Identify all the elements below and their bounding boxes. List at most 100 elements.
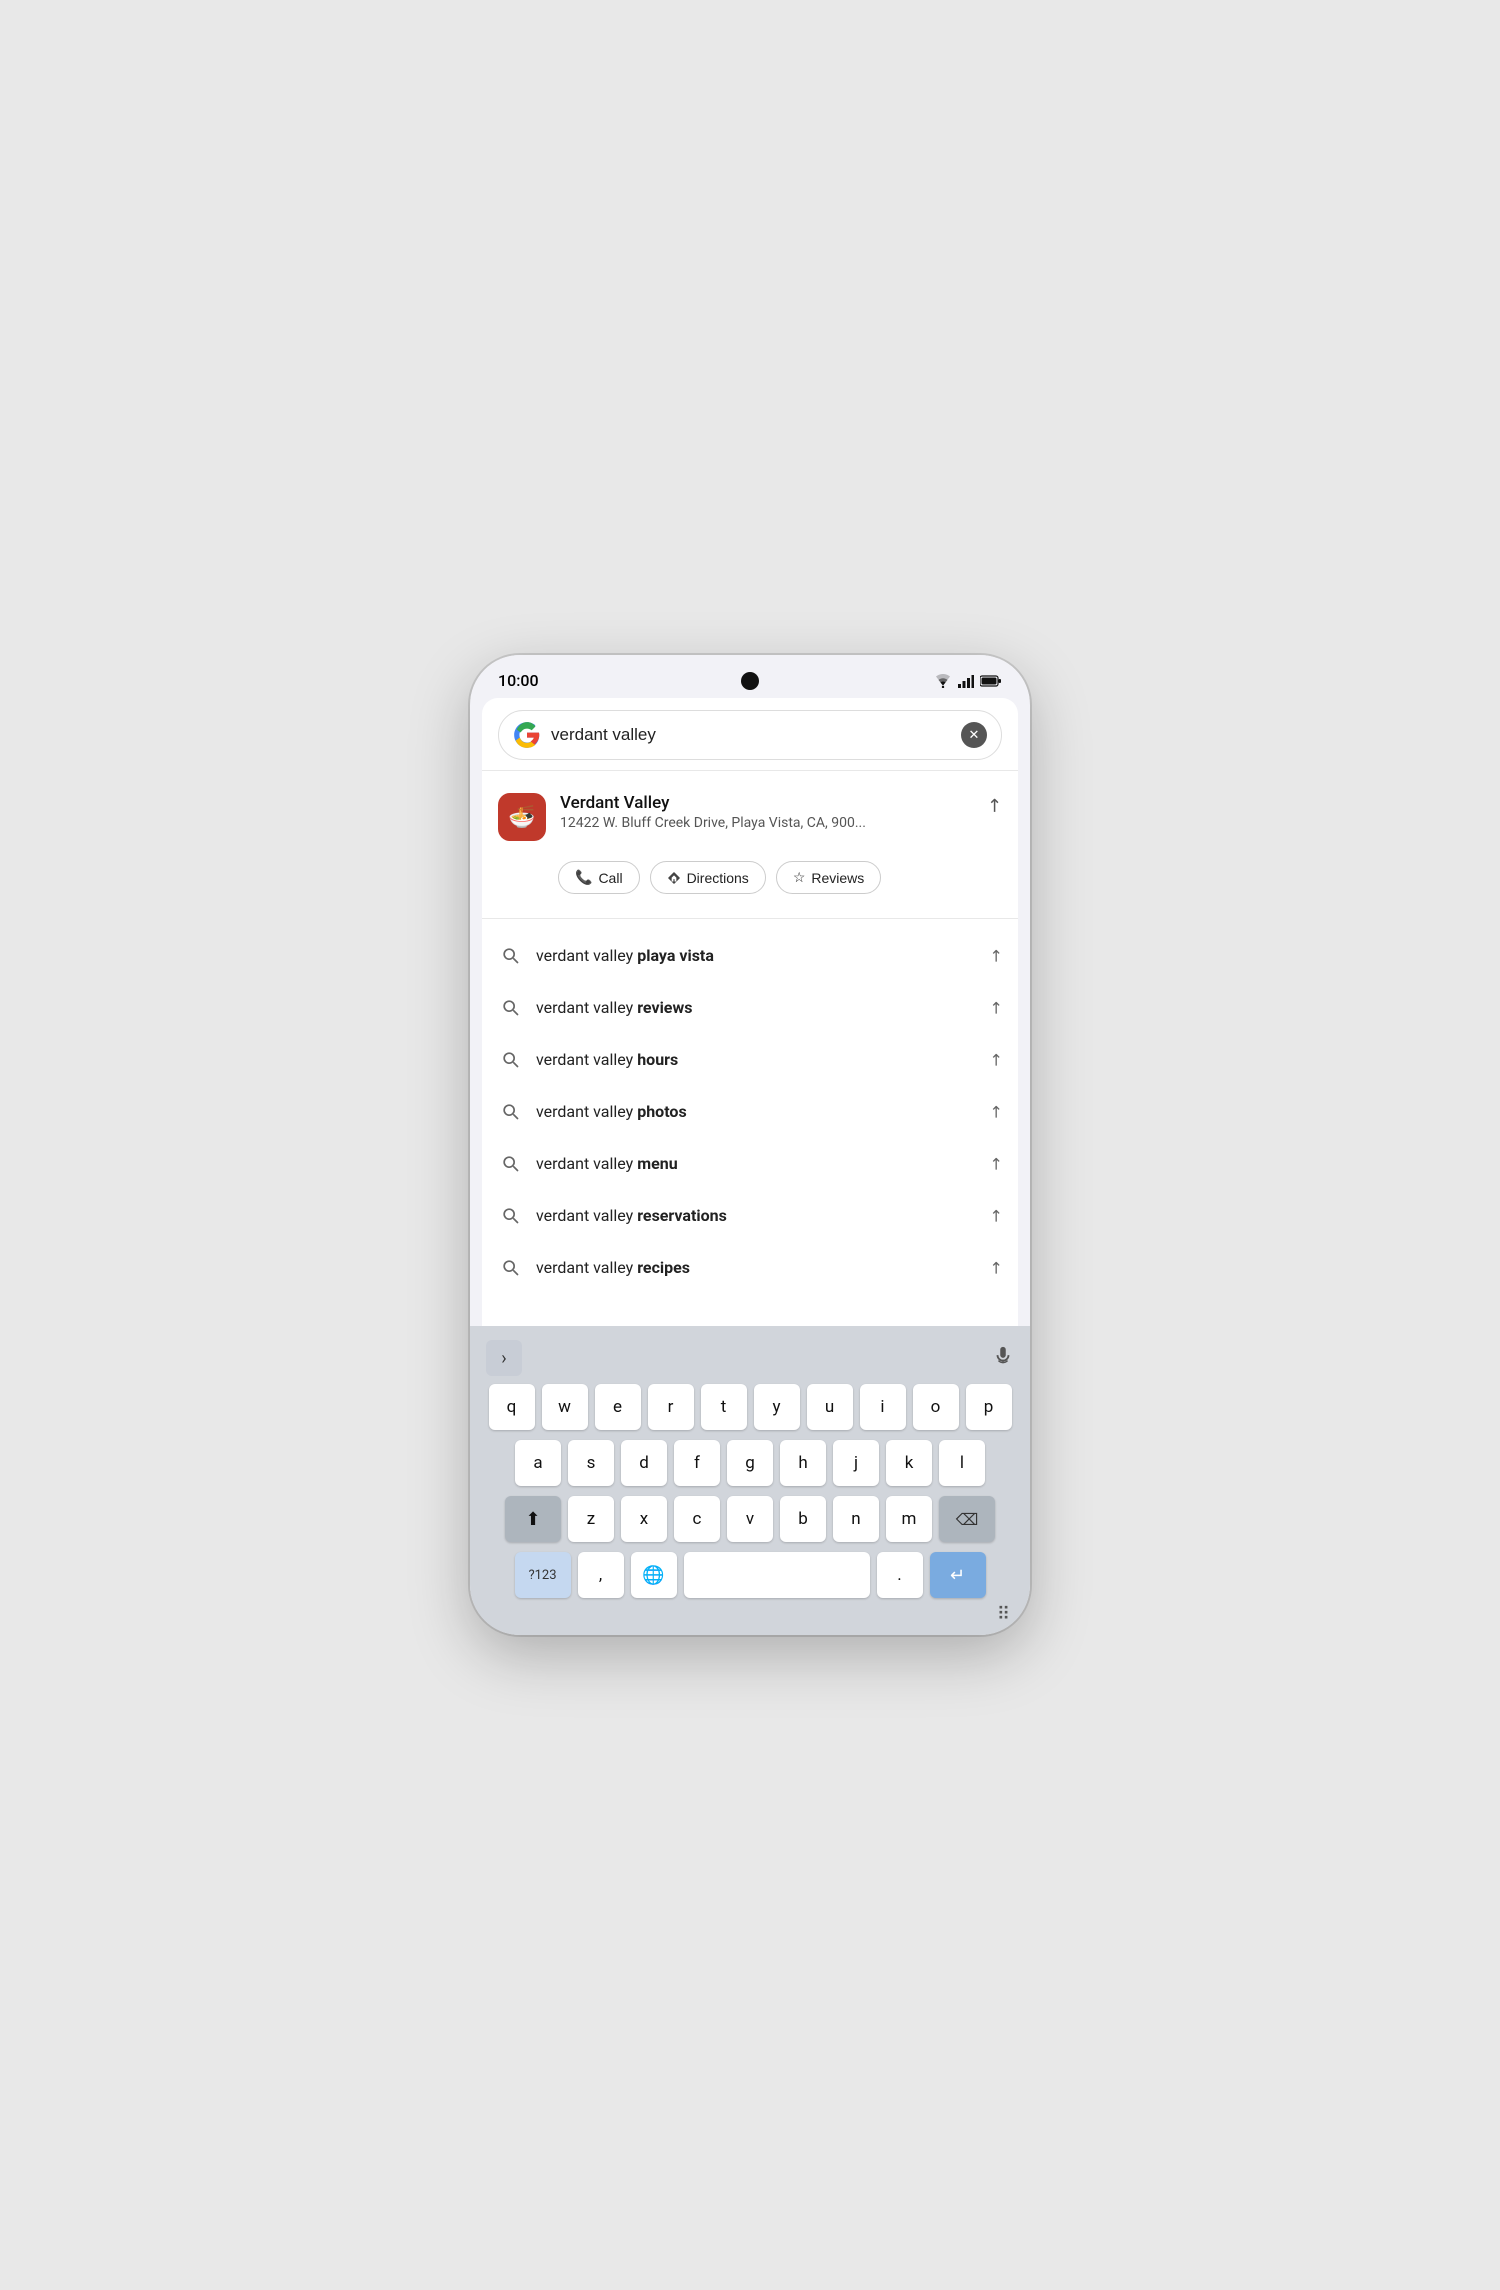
search-icon-6 bbox=[498, 1203, 522, 1227]
space-key[interactable] bbox=[684, 1552, 870, 1598]
phone-frame: 10:00 bbox=[470, 655, 1030, 1635]
search-icon-1 bbox=[498, 943, 522, 967]
directions-icon bbox=[667, 871, 681, 885]
action-buttons: 📞 Call Directions ☆ Reviews bbox=[482, 853, 1018, 908]
key-q[interactable]: q bbox=[489, 1384, 535, 1430]
backspace-key[interactable]: ⌫ bbox=[939, 1496, 995, 1542]
suggestion-arrow-4: ↗ bbox=[984, 1100, 1007, 1123]
search-icon-2 bbox=[498, 995, 522, 1019]
key-n[interactable]: n bbox=[833, 1496, 879, 1542]
key-period[interactable]: . bbox=[877, 1552, 923, 1598]
keyboard-area: › q w e r t y u i o p bbox=[470, 1326, 1030, 1635]
key-b[interactable]: b bbox=[780, 1496, 826, 1542]
reviews-button[interactable]: ☆ Reviews bbox=[776, 861, 881, 894]
key-z[interactable]: z bbox=[568, 1496, 614, 1542]
result-address: 12422 W. Bluff Creek Drive, Playa Vista,… bbox=[560, 815, 973, 831]
key-i[interactable]: i bbox=[860, 1384, 906, 1430]
suggestion-item-3[interactable]: verdant valley hours ↗ bbox=[482, 1033, 1018, 1085]
reviews-label: Reviews bbox=[811, 870, 864, 886]
key-v[interactable]: v bbox=[727, 1496, 773, 1542]
camera-notch bbox=[741, 672, 759, 690]
content-area: 🍜 Verdant Valley 12422 W. Bluff Creek Dr… bbox=[482, 698, 1018, 1326]
directions-button[interactable]: Directions bbox=[650, 861, 766, 894]
keyboard-toolbar: › bbox=[478, 1336, 1022, 1384]
suggestion-text-4: verdant valley photos bbox=[536, 1102, 975, 1121]
call-label: Call bbox=[598, 870, 622, 886]
call-button[interactable]: 📞 Call bbox=[558, 861, 640, 894]
key-y[interactable]: y bbox=[754, 1384, 800, 1430]
search-icon-5 bbox=[498, 1151, 522, 1175]
key-m[interactable]: m bbox=[886, 1496, 932, 1542]
reviews-icon: ☆ bbox=[793, 869, 806, 886]
key-o[interactable]: o bbox=[913, 1384, 959, 1430]
numbers-key[interactable]: ?123 bbox=[515, 1552, 571, 1598]
search-icon-3 bbox=[498, 1047, 522, 1071]
result-card[interactable]: 🍜 Verdant Valley 12422 W. Bluff Creek Dr… bbox=[482, 781, 1018, 853]
shift-key[interactable]: ⬆ bbox=[505, 1496, 561, 1542]
suggestion-arrow-6: ↗ bbox=[984, 1204, 1007, 1227]
key-row-1: q w e r t y u i o p bbox=[478, 1384, 1022, 1430]
key-x[interactable]: x bbox=[621, 1496, 667, 1542]
wifi-icon bbox=[934, 674, 952, 688]
divider-mid bbox=[482, 918, 1018, 919]
search-bar[interactable] bbox=[498, 710, 1002, 760]
key-r[interactable]: r bbox=[648, 1384, 694, 1430]
suggestion-item-7[interactable]: verdant valley recipes ↗ bbox=[482, 1241, 1018, 1293]
suggestion-item-4[interactable]: verdant valley photos ↗ bbox=[482, 1085, 1018, 1137]
globe-key[interactable]: 🌐 bbox=[631, 1552, 677, 1598]
enter-key[interactable]: ↵ bbox=[930, 1552, 986, 1598]
result-info: Verdant Valley 12422 W. Bluff Creek Driv… bbox=[560, 793, 973, 831]
key-row-2: a s d f g h j k l bbox=[478, 1440, 1022, 1486]
key-row-3: ⬆ z x c v b n m ⌫ bbox=[478, 1496, 1022, 1542]
key-t[interactable]: t bbox=[701, 1384, 747, 1430]
clear-button[interactable] bbox=[961, 722, 987, 748]
suggestion-text-1: verdant valley playa vista bbox=[536, 946, 975, 965]
key-c[interactable]: c bbox=[674, 1496, 720, 1542]
key-w[interactable]: w bbox=[542, 1384, 588, 1430]
key-comma[interactable]: , bbox=[578, 1552, 624, 1598]
key-h[interactable]: h bbox=[780, 1440, 826, 1486]
restaurant-icon: 🍜 bbox=[498, 793, 546, 841]
key-j[interactable]: j bbox=[833, 1440, 879, 1486]
suggestion-arrow-1: ↗ bbox=[984, 944, 1007, 967]
divider-top bbox=[482, 770, 1018, 771]
status-icons bbox=[934, 674, 1002, 688]
suggestion-text-7: verdant valley recipes bbox=[536, 1258, 975, 1277]
suggestion-arrow-5: ↗ bbox=[984, 1152, 1007, 1175]
suggestion-arrow-3: ↗ bbox=[984, 1048, 1007, 1071]
call-icon: 📞 bbox=[575, 869, 592, 886]
mic-button[interactable] bbox=[992, 1345, 1014, 1372]
suggestion-item-2[interactable]: verdant valley reviews ↗ bbox=[482, 981, 1018, 1033]
suggestion-text-5: verdant valley menu bbox=[536, 1154, 975, 1173]
suggestion-text-3: verdant valley hours bbox=[536, 1050, 975, 1069]
google-logo bbox=[513, 721, 541, 749]
key-s[interactable]: s bbox=[568, 1440, 614, 1486]
key-u[interactable]: u bbox=[807, 1384, 853, 1430]
key-l[interactable]: l bbox=[939, 1440, 985, 1486]
search-icon-4 bbox=[498, 1099, 522, 1123]
suggestion-item-5[interactable]: verdant valley menu ↗ bbox=[482, 1137, 1018, 1189]
suggestion-list: verdant valley playa vista ↗ verdant val… bbox=[482, 929, 1018, 1293]
search-icon-7 bbox=[498, 1255, 522, 1279]
key-a[interactable]: a bbox=[515, 1440, 561, 1486]
directions-label: Directions bbox=[687, 870, 749, 886]
result-name: Verdant Valley bbox=[560, 793, 973, 813]
battery-icon bbox=[980, 675, 1002, 687]
key-g[interactable]: g bbox=[727, 1440, 773, 1486]
key-f[interactable]: f bbox=[674, 1440, 720, 1486]
suggestion-item-1[interactable]: verdant valley playa vista ↗ bbox=[482, 929, 1018, 981]
status-bar: 10:00 bbox=[470, 655, 1030, 698]
chevron-button[interactable]: › bbox=[486, 1340, 522, 1376]
key-e[interactable]: e bbox=[595, 1384, 641, 1430]
suggestion-text-2: verdant valley reviews bbox=[536, 998, 975, 1017]
key-k[interactable]: k bbox=[886, 1440, 932, 1486]
suggestion-item-6[interactable]: verdant valley reservations ↗ bbox=[482, 1189, 1018, 1241]
keyboard-rows: q w e r t y u i o p a s d f g h j k bbox=[478, 1384, 1022, 1598]
camera-dot bbox=[741, 672, 759, 690]
key-d[interactable]: d bbox=[621, 1440, 667, 1486]
nav-hint: ⠿ bbox=[478, 1598, 1022, 1629]
key-p[interactable]: p bbox=[966, 1384, 1012, 1430]
signal-icon bbox=[958, 674, 974, 688]
key-row-4: ?123 , 🌐 . ↵ bbox=[478, 1552, 1022, 1598]
search-input[interactable] bbox=[551, 725, 951, 745]
